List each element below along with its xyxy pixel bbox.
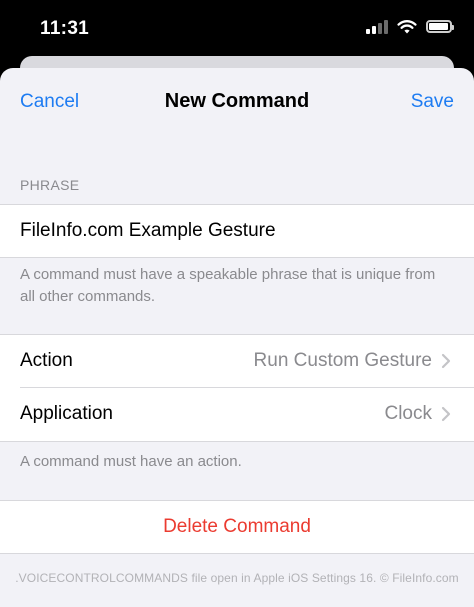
credit-caption: .VOICECONTROLCOMMANDS file open in Apple… — [15, 571, 459, 585]
navigation-bar: Cancel New Command Save — [0, 68, 474, 138]
page-title: New Command — [164, 90, 310, 112]
action-label: Action — [20, 350, 73, 371]
application-value: Clock — [384, 403, 432, 424]
command-options-group: Action Run Custom Gesture Application Cl… — [0, 334, 474, 442]
action-footer-note: A command must have an action. — [20, 453, 242, 470]
battery-icon — [426, 20, 454, 33]
cellular-signal-icon — [366, 19, 388, 34]
phrase-section-header: PHRASE — [20, 177, 80, 193]
application-row[interactable]: Application Clock — [0, 388, 474, 440]
phrase-footer-note: A command must have a speakable phrase t… — [20, 266, 436, 305]
delete-command-button[interactable]: Delete Command — [0, 516, 474, 538]
application-label: Application — [20, 403, 113, 424]
action-row[interactable]: Action Run Custom Gesture — [0, 335, 474, 388]
chevron-right-icon — [441, 406, 451, 422]
new-command-sheet: Cancel New Command Save PHRASE FileInfo.… — [0, 68, 474, 607]
delete-group: Delete Command — [0, 500, 474, 554]
action-value: Run Custom Gesture — [253, 350, 432, 371]
status-time: 11:31 — [40, 18, 90, 39]
chevron-right-icon — [441, 353, 451, 369]
status-bar: 11:31 — [0, 0, 474, 58]
phrase-field[interactable]: FileInfo.com Example Gesture — [0, 204, 474, 258]
status-icons — [366, 19, 454, 34]
save-button[interactable]: Save — [411, 91, 454, 113]
wifi-icon — [397, 20, 417, 34]
phrase-input[interactable]: FileInfo.com Example Gesture — [20, 220, 276, 242]
